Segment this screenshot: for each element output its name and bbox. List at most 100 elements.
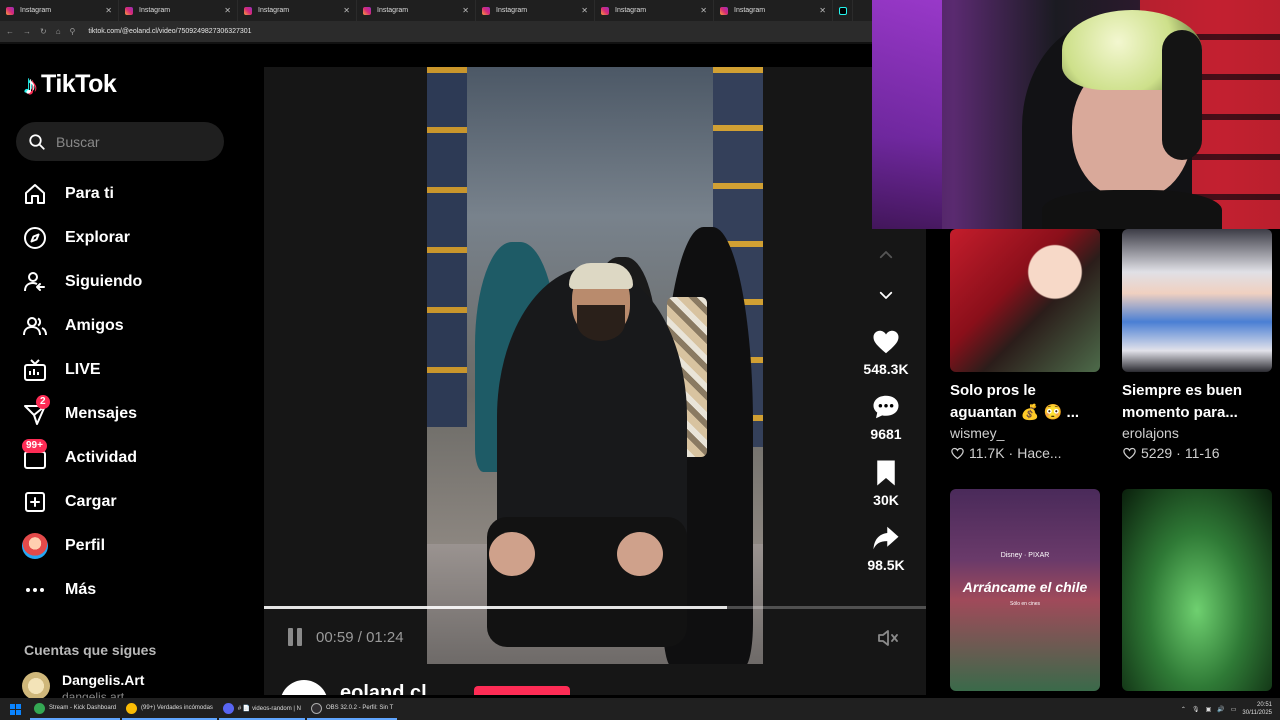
sidebar-item-label: Explorar <box>65 229 130 246</box>
browser-tab[interactable]: Instagram ✕ <box>119 0 238 21</box>
upload-icon <box>22 489 48 515</box>
taskbar-item[interactable]: # 📄 videos-random | N <box>218 698 305 720</box>
video-progress-bar[interactable] <box>264 606 926 609</box>
video-card[interactable]: Disney · PIXAR Arráncame el chile Sólo e… <box>950 489 1100 691</box>
browser-tab[interactable]: Instagram ✕ <box>238 0 357 21</box>
video-card[interactable]: Solo pros le aguantan 💰 😳 ... wismey_ 11… <box>950 229 1100 461</box>
search-icon <box>29 133 45 150</box>
video-thumbnail[interactable] <box>1122 229 1272 372</box>
video-frame[interactable] <box>427 67 763 664</box>
sidebar-item-mensajes[interactable]: 2 Mensajes <box>22 392 142 436</box>
pause-button[interactable] <box>288 628 304 646</box>
video-date: Hace... <box>1017 445 1062 461</box>
battery-icon[interactable]: ▭ <box>1231 706 1237 713</box>
close-icon[interactable]: ✕ <box>819 6 826 15</box>
forward-icon[interactable]: → <box>23 27 31 36</box>
volume-icon[interactable]: 🔊 <box>1217 706 1224 713</box>
messages-badge: 2 <box>36 395 50 409</box>
close-icon[interactable]: ✕ <box>581 6 588 15</box>
activity-icon: 99+ <box>22 439 48 471</box>
video-author[interactable]: wismey_ <box>950 425 1100 441</box>
search-box[interactable] <box>16 122 224 161</box>
home-icon[interactable]: ⌂ <box>56 27 61 36</box>
browser-tab[interactable]: Instagram ✕ <box>595 0 714 21</box>
close-icon[interactable]: ✕ <box>224 6 231 15</box>
beard <box>577 305 625 341</box>
bookmark-icon <box>877 460 895 486</box>
author-name[interactable]: eoland.cl <box>340 682 427 695</box>
search-input[interactable] <box>56 133 206 150</box>
start-button[interactable] <box>0 698 30 720</box>
video-title[interactable]: Solo pros le aguantan 💰 😳 ... <box>950 380 1100 424</box>
url-text[interactable]: tiktok.com/@eoland.cl/video/750924982730… <box>88 28 251 35</box>
instagram-icon <box>125 6 133 15</box>
browser-tab[interactable]: Instagram ✕ <box>476 0 595 21</box>
obs-icon <box>310 702 322 714</box>
sidebar-item-label: Siguiendo <box>65 273 143 290</box>
video-time: 00:59 / 01:24 <box>316 629 404 646</box>
taskbar: Stream - Kick Dashboard (99+) Verdades i… <box>0 698 1280 720</box>
mic-icon[interactable]: 🎙 <box>1192 706 1200 713</box>
sidebar-nav: Para ti Explorar Siguiendo Amigos LIVE 2… <box>22 172 142 612</box>
account-name: Dangelis.Art <box>62 672 145 688</box>
browser-tab[interactable]: Instagram ✕ <box>357 0 476 21</box>
clock[interactable]: 20:51 30/11/2025 <box>1242 701 1272 717</box>
tiktok-icon <box>839 6 847 15</box>
taskbar-item[interactable]: Stream - Kick Dashboard <box>30 698 121 720</box>
sidebar-item-mas[interactable]: Más <box>22 568 142 612</box>
sidebar-item-siguiendo[interactable]: Siguiendo <box>22 260 142 304</box>
close-icon[interactable]: ✕ <box>105 6 112 15</box>
avatar[interactable] <box>280 680 328 695</box>
movie-title: Arráncame el chile <box>962 579 1088 595</box>
sidebar-item-label: Amigos <box>65 317 124 334</box>
address-bar: ← → ↻ ⌂ ⚲ tiktok.com/@eoland.cl/video/75… <box>0 21 872 42</box>
next-video-button[interactable] <box>874 285 898 305</box>
sidebar-item-amigos[interactable]: Amigos <box>22 304 142 348</box>
video-card[interactable] <box>1122 489 1272 691</box>
close-icon[interactable]: ✕ <box>700 6 707 15</box>
comment-button[interactable]: 9681 <box>858 392 914 442</box>
video-thumbnail[interactable] <box>1122 489 1272 691</box>
sidebar-item-label: Más <box>65 581 97 598</box>
network-icon[interactable]: ▣ <box>1206 706 1212 713</box>
compass-icon <box>22 225 48 251</box>
like-button[interactable]: 548.3K <box>858 327 914 377</box>
system-tray: ⌃ 🎙 ▣ 🔊 ▭ 20:51 30/11/2025 <box>1181 698 1272 720</box>
knee <box>617 532 663 576</box>
divider <box>0 42 872 44</box>
previous-video-button[interactable] <box>874 245 898 265</box>
video-author[interactable]: erolajons <box>1122 425 1272 441</box>
close-icon[interactable]: ✕ <box>462 6 469 15</box>
browser-tab-active[interactable] <box>833 0 853 21</box>
taskbar-item[interactable]: OBS 32.0.2 - Perfil: Sin T <box>306 698 398 720</box>
duration: 01:24 <box>366 629 404 646</box>
save-button[interactable]: 30K <box>858 458 914 508</box>
chevron-up-icon[interactable]: ⌃ <box>1181 706 1186 713</box>
share-button[interactable]: 98.5K <box>858 523 914 573</box>
sidebar-item-explorar[interactable]: Explorar <box>22 216 142 260</box>
reload-icon[interactable]: ↻ <box>40 27 47 36</box>
browser-tab[interactable]: Instagram ✕ <box>714 0 833 21</box>
volume-button[interactable] <box>876 626 900 650</box>
tiktok-logo[interactable]: ♪ TikTok <box>24 70 117 99</box>
follow-button[interactable] <box>474 686 570 695</box>
instagram-icon <box>363 6 371 15</box>
back-icon[interactable]: ← <box>6 27 14 36</box>
video-title[interactable]: Siempre es buen momento para... <box>1122 380 1272 424</box>
webcam-overlay <box>872 0 1280 229</box>
sidebar-item-live[interactable]: LIVE <box>22 348 142 392</box>
browser-tab[interactable]: Instagram ✕ <box>0 0 119 21</box>
following-heading: Cuentas que sigues <box>24 642 157 658</box>
video-thumbnail[interactable] <box>950 229 1100 372</box>
sidebar-item-cargar[interactable]: Cargar <box>22 480 142 524</box>
video-meta: 11.7K · Hace... <box>950 445 1100 461</box>
chevron-down-icon <box>879 291 893 299</box>
sidebar-item-para-ti[interactable]: Para ti <box>22 172 142 216</box>
close-icon[interactable]: ✕ <box>343 6 350 15</box>
sidebar-item-perfil[interactable]: Perfil <box>22 524 142 568</box>
video-card[interactable]: Siempre es buen momento para... erolajon… <box>1122 229 1272 461</box>
site-info-icon[interactable]: ⚲ <box>70 27 76 36</box>
taskbar-item[interactable]: (99+) Verdades incómodas <box>122 698 217 720</box>
sidebar-item-actividad[interactable]: 99+ Actividad <box>22 436 142 480</box>
video-thumbnail[interactable]: Disney · PIXAR Arráncame el chile Sólo e… <box>950 489 1100 691</box>
